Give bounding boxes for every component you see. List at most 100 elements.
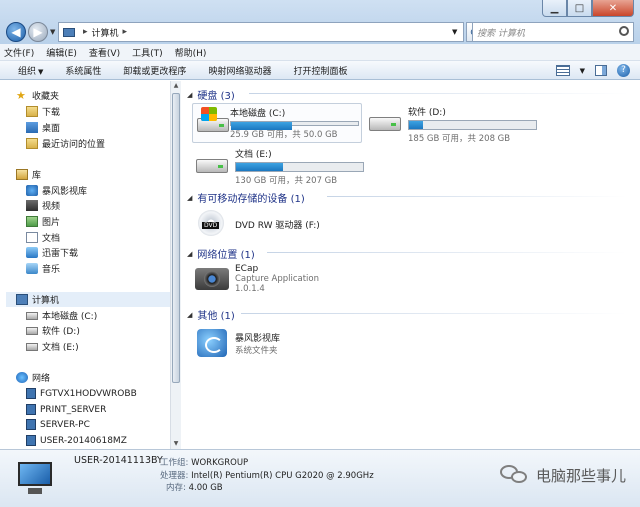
nav-label: 下载	[42, 108, 61, 118]
computer-icon	[16, 294, 28, 305]
group-network-locations[interactable]: ◢ 网络位置 (1)	[187, 246, 627, 261]
nav-label: 网络	[32, 374, 51, 384]
nav-drive-d[interactable]: 软件 (D:)	[26, 323, 80, 338]
workgroup-value: WORKGROUP	[191, 458, 249, 468]
hard-drive-icon	[26, 311, 38, 320]
drive-usage-bar	[230, 121, 359, 130]
music-icon	[26, 263, 38, 274]
storm-library-icon	[194, 327, 230, 359]
download-folder-icon	[26, 106, 38, 117]
chevron-down-icon[interactable]: ▼	[580, 67, 585, 75]
menu-edit[interactable]: 编辑(E)	[46, 46, 77, 59]
nav-libraries[interactable]: 库	[16, 167, 41, 182]
drive-tile-d[interactable]: 软件 (D:) 185 GB 可用，共 208 GB	[367, 105, 547, 145]
maximize-button[interactable]: □	[567, 0, 592, 17]
nav-music[interactable]: 音乐	[26, 261, 60, 276]
group-removable[interactable]: ◢ 有可移动存储的设备 (1)	[187, 190, 627, 205]
nav-drive-c[interactable]: 本地磁盘 (C:)	[26, 308, 97, 323]
drive-free-space: 185 GB 可用，共 208 GB	[408, 134, 511, 144]
group-other[interactable]: ◢ 其他 (1)	[187, 307, 627, 322]
collapse-triangle-icon[interactable]: ◢	[187, 311, 192, 319]
minimize-button[interactable]: ▁	[542, 0, 567, 17]
menu-help[interactable]: 帮助(H)	[175, 46, 207, 59]
help-icon[interactable]: ?	[617, 64, 630, 77]
address-bar[interactable]: ▸ 计算机 ▸	[58, 22, 464, 42]
storm-library-tile[interactable]: 暴风影视库 系统文件夹	[194, 326, 384, 360]
scroll-thumb[interactable]	[172, 93, 180, 383]
view-options-icon[interactable]	[555, 65, 570, 76]
nav-network[interactable]: 网络	[16, 370, 50, 385]
forward-button[interactable]: ▶	[28, 22, 48, 42]
collapse-triangle-icon[interactable]: ◢	[187, 194, 192, 202]
organize-button[interactable]: 组织 ▼	[18, 64, 43, 77]
nav-recent[interactable]: 最近访问的位置	[26, 136, 105, 151]
nav-pictures[interactable]: 图片	[26, 214, 60, 229]
workgroup-row: 工作组: WORKGROUP	[160, 456, 248, 468]
preview-pane-icon[interactable]	[595, 65, 607, 76]
nav-desktop[interactable]: 桌面	[26, 120, 60, 135]
nav-network-pc[interactable]: FGTVX1HODVWROBB	[26, 386, 137, 401]
recent-pages-dropdown[interactable]: ▼	[50, 28, 55, 36]
nav-documents[interactable]: 文档	[26, 230, 60, 245]
nav-network-pc[interactable]: PRINT_SERVER	[26, 402, 106, 417]
address-dropdown[interactable]: ▼	[452, 28, 457, 36]
close-button[interactable]: ✕	[592, 0, 634, 17]
nav-label: PRINT_SERVER	[40, 404, 107, 415]
collapse-triangle-icon[interactable]: ◢	[187, 250, 192, 258]
nav-label: SERVER-PC	[40, 419, 90, 430]
nav-network-pc[interactable]: USER-20140618MZ	[26, 433, 127, 448]
wechat-icon	[499, 463, 530, 487]
nav-drive-e[interactable]: 文档 (E:)	[26, 339, 79, 354]
map-network-drive-button[interactable]: 映射网络驱动器	[208, 64, 271, 77]
nav-thunder-downloads[interactable]: 迅雷下载	[26, 245, 78, 260]
system-properties-button[interactable]: 系统属性	[65, 64, 101, 77]
dvd-drive-tile[interactable]: DVD DVD RW 驱动器 (F:)	[194, 207, 384, 241]
details-pane: USER-20141113BY 工作组: WORKGROUP 处理器: Inte…	[0, 449, 640, 507]
menu-file[interactable]: 文件(F)	[4, 46, 34, 59]
chevron-right-icon[interactable]: ▸	[123, 27, 128, 37]
nav-label: 本地磁盘 (C:)	[42, 312, 98, 322]
search-icon[interactable]	[619, 26, 629, 36]
hard-drive-icon	[26, 326, 38, 335]
ecap-description: Capture Application	[235, 274, 319, 284]
nav-favorites[interactable]: ★ 收藏夹	[16, 88, 59, 103]
nav-downloads[interactable]: 下载	[26, 104, 60, 119]
nav-label: 视频	[42, 202, 61, 212]
caption-buttons: ▁ □ ✕	[542, 0, 634, 17]
nav-label: 文档 (E:)	[42, 343, 79, 353]
picture-icon	[26, 216, 38, 227]
group-hard-drives[interactable]: ◢ 硬盘 (3)	[187, 87, 629, 102]
breadcrumb-computer[interactable]: 计算机	[92, 26, 119, 39]
nav-storm-library[interactable]: 暴风影视库	[26, 183, 87, 198]
drive-free-space: 130 GB 可用，共 207 GB	[235, 176, 338, 186]
arrow-right-icon: ▶	[33, 25, 43, 39]
network-computer-icon	[26, 435, 36, 446]
nav-label: 文档	[42, 234, 61, 244]
hard-drive-icon	[194, 147, 230, 179]
nav-label: 收藏夹	[32, 92, 60, 102]
uninstall-program-button[interactable]: 卸载或更改程序	[123, 64, 186, 77]
nav-network-pc[interactable]: SERVER-PC	[26, 417, 90, 432]
drive-tile-c[interactable]: 本地磁盘 (C:) 25.9 GB 可用，共 50.0 GB	[192, 103, 362, 143]
nav-label: 迅雷下载	[42, 249, 79, 259]
scroll-down-icon[interactable]: ▼	[171, 439, 181, 449]
drive-name: 软件 (D:)	[408, 108, 446, 118]
chevron-right-icon[interactable]: ▸	[83, 27, 88, 37]
open-control-panel-button[interactable]: 打开控制面板	[293, 64, 347, 77]
collapse-triangle-icon[interactable]: ◢	[187, 91, 192, 99]
nav-videos[interactable]: 视频	[26, 198, 60, 213]
search-input[interactable]: 搜索 计算机	[472, 22, 634, 42]
back-button[interactable]: ◀	[6, 22, 26, 42]
menu-tools[interactable]: 工具(T)	[132, 46, 163, 59]
organize-label: 组织	[18, 66, 37, 77]
ecap-tile[interactable]: ECap Capture Application 1.0.1.4	[194, 264, 384, 304]
drive-tile-e[interactable]: 文档 (E:) 130 GB 可用，共 207 GB	[194, 147, 374, 187]
scroll-up-icon[interactable]: ▲	[171, 81, 181, 91]
group-title: 有可移动存储的设备 (1)	[197, 194, 305, 205]
menu-view[interactable]: 查看(V)	[89, 46, 120, 59]
nav-computer[interactable]: 计算机	[6, 292, 170, 307]
video-icon	[26, 200, 38, 211]
nav-scrollbar[interactable]: ▲ ▼	[170, 81, 181, 449]
nav-label: 桌面	[42, 124, 61, 134]
group-title: 网络位置 (1)	[197, 250, 255, 261]
